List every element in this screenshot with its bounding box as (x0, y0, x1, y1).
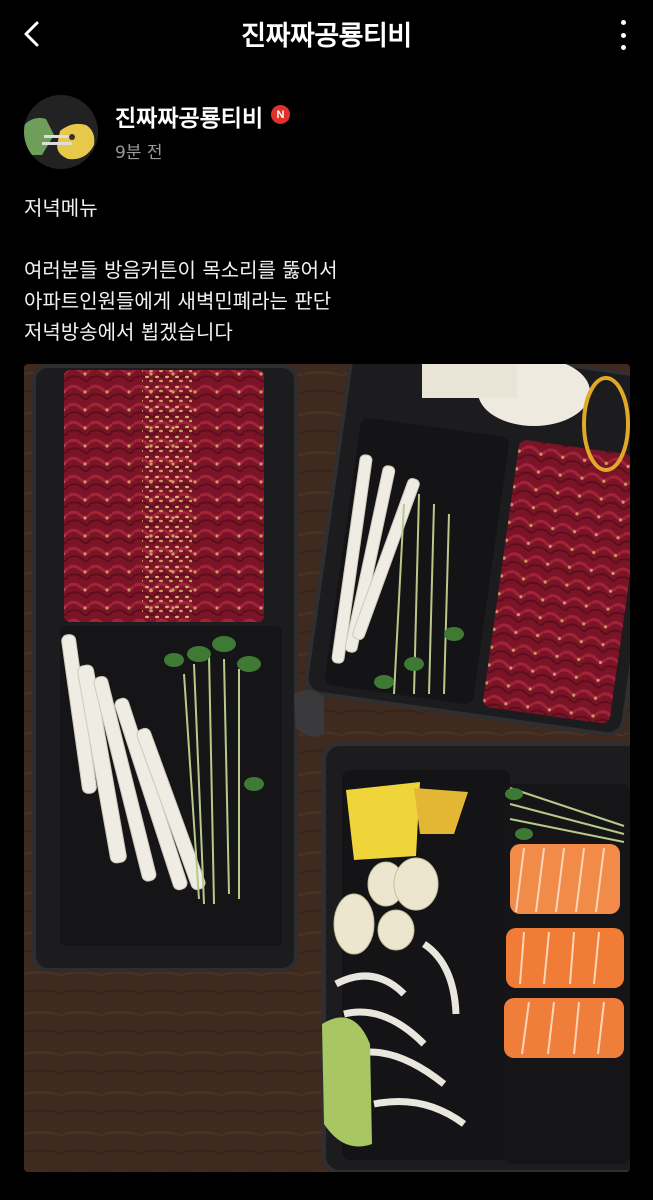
food-photo-illustration (24, 364, 630, 1172)
bottom-spacer (0, 1172, 653, 1200)
post-text-line: 저녁메뉴 (24, 196, 98, 220)
post-body: 저녁메뉴 여러분들 방음커튼이 목소리를 뚫어서 아파트인원들에게 새벽민폐라는… (24, 193, 624, 348)
top-app-bar: 진짜짜공룡티비 (0, 0, 653, 68)
avatar[interactable] (24, 95, 98, 169)
post-text-line: 아파트인원들에게 새벽민폐라는 판단 (24, 289, 332, 313)
post-photo[interactable] (24, 364, 630, 1172)
post-text-line: 저녁방송에서 뵙겠습니다 (24, 320, 233, 344)
new-badge: N (271, 105, 290, 124)
page-title: 진짜짜공룡티비 (241, 21, 412, 52)
author-name[interactable]: 진짜짜공룡티비 (115, 99, 263, 133)
post-timestamp: 9분 전 (115, 143, 163, 163)
more-vertical-icon (620, 20, 626, 25)
post-text-line: 여러분들 방음커튼이 목소리를 뚫어서 (24, 258, 338, 282)
more-options-button[interactable] (613, 18, 633, 52)
post-header: 진짜짜공룡티비 N 9분 전 (24, 95, 624, 171)
